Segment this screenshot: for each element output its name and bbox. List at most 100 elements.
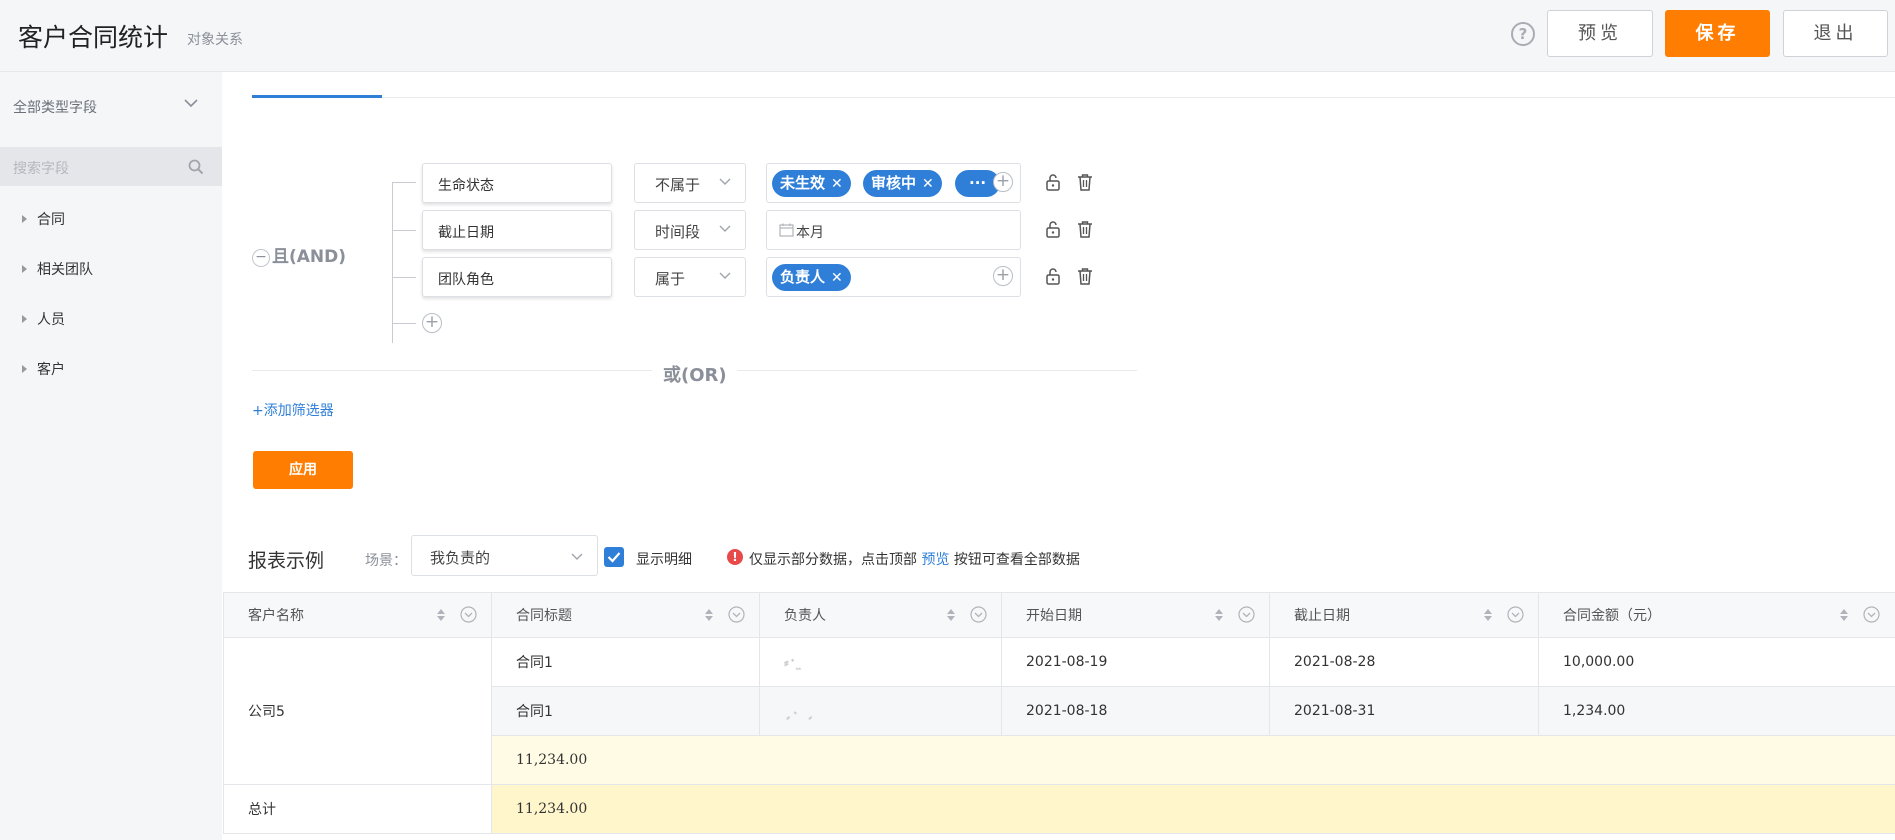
sidebar-item-person[interactable]: 人员 xyxy=(22,309,65,329)
column-header[interactable]: 负责人 xyxy=(759,592,1002,638)
field-type-dropdown[interactable]: 全部类型字段 xyxy=(13,97,97,117)
column-filter-icon[interactable] xyxy=(970,606,987,623)
value-tag[interactable]: 审核中 ✕ xyxy=(863,170,942,197)
report-title: 报表示例 xyxy=(248,550,325,572)
scene-label: 场景： xyxy=(365,553,407,569)
help-icon[interactable]: ? xyxy=(1511,22,1535,46)
close-icon[interactable]: ✕ xyxy=(831,270,843,286)
value-tag[interactable]: 未生效 ✕ xyxy=(772,170,851,197)
trash-icon[interactable] xyxy=(1076,267,1094,285)
operator-label: 时间段 xyxy=(655,223,701,241)
add-value-icon[interactable]: + xyxy=(993,266,1013,286)
column-header[interactable]: 合同金额（元） xyxy=(1538,592,1895,638)
calendar-icon xyxy=(779,223,794,237)
expand-triangle-icon[interactable] xyxy=(22,215,27,223)
column-filter-icon[interactable] xyxy=(1238,606,1255,623)
chevron-down-icon[interactable] xyxy=(184,96,198,110)
preview-link[interactable]: 预览 xyxy=(921,552,949,568)
field-search-input[interactable]: 搜索字段 xyxy=(13,158,69,178)
table-header-row: 客户名称 合同标题 负责人 开始日期 截止日期 合同金额（元） xyxy=(223,592,1895,638)
value-tag[interactable]: 负责人 ✕ xyxy=(772,264,851,291)
sidebar-item-contract[interactable]: 合同 xyxy=(22,209,65,229)
or-divider xyxy=(252,370,652,371)
column-title: 客户名称 xyxy=(248,608,304,624)
condition-field-select[interactable]: 团队角色 xyxy=(422,257,612,297)
scene-select[interactable]: 我负责的 xyxy=(411,535,598,576)
sort-icon[interactable] xyxy=(1839,608,1849,622)
add-value-icon[interactable]: + xyxy=(993,172,1013,192)
expand-triangle-icon[interactable] xyxy=(22,365,27,373)
owner-name: ˏ˴ ˏ xyxy=(784,703,816,720)
or-label: 或(OR) xyxy=(663,365,727,386)
condition-operator-select[interactable]: 不属于 xyxy=(634,163,746,203)
condition-value-box[interactable]: 未生效 ✕ 审核中 ✕ ··· + xyxy=(766,163,1021,203)
sort-icon[interactable] xyxy=(436,608,446,622)
expand-triangle-icon[interactable] xyxy=(22,315,27,323)
column-header[interactable]: 开始日期 xyxy=(1001,592,1270,638)
operator-label: 属于 xyxy=(655,270,686,288)
close-icon[interactable]: ✕ xyxy=(922,176,934,192)
trash-icon[interactable] xyxy=(1076,220,1094,238)
start-date-cell: 2021-08-18 xyxy=(1001,686,1270,736)
warning-icon: ! xyxy=(727,549,743,565)
amount-cell: 1,234.00 xyxy=(1538,686,1895,736)
owner-cell: ˏ˴ ˏ xyxy=(759,686,1002,736)
condition-field-select[interactable]: 截止日期 xyxy=(422,210,612,250)
condition-field-select[interactable]: 生命状态 xyxy=(422,163,612,203)
column-filter-icon[interactable] xyxy=(460,606,477,623)
and-group-label[interactable]: − 且(AND) xyxy=(252,242,346,267)
sidebar-item-label: 相关团队 xyxy=(37,262,93,278)
trash-icon[interactable] xyxy=(1076,173,1094,191)
group-bracket xyxy=(392,182,416,183)
customer-cell[interactable]: 公司5 xyxy=(223,637,492,785)
condition-operator-select[interactable]: 属于 xyxy=(634,257,746,297)
column-header[interactable]: 客户名称 xyxy=(223,592,492,638)
column-filter-icon[interactable] xyxy=(728,606,745,623)
sort-icon[interactable] xyxy=(704,608,714,622)
preview-button[interactable]: 预览 xyxy=(1547,10,1653,57)
group-bracket xyxy=(392,182,393,343)
column-filter-icon[interactable] xyxy=(1863,606,1880,623)
active-tab-indicator xyxy=(252,95,382,98)
lock-icon[interactable] xyxy=(1044,267,1062,285)
add-filter-link[interactable]: +添加筛选器 xyxy=(252,400,334,420)
column-filter-icon[interactable] xyxy=(1507,606,1524,623)
check-icon xyxy=(607,552,621,563)
condition-value-box[interactable]: 负责人 ✕ + xyxy=(766,257,1021,297)
save-button[interactable]: 保存 xyxy=(1665,10,1770,57)
and-group-text: 且(AND) xyxy=(272,247,347,267)
search-icon[interactable] xyxy=(188,159,204,175)
sort-icon[interactable] xyxy=(946,608,956,622)
lock-icon[interactable] xyxy=(1044,220,1062,238)
sidebar-item-customer[interactable]: 客户 xyxy=(22,359,65,379)
column-header[interactable]: 合同标题 xyxy=(491,592,760,638)
sort-icon[interactable] xyxy=(1214,608,1224,622)
report-preview: 报表示例 场景： 我负责的 显示明细 ! 仅显示部分数据，点击顶部 预览 按钮可… xyxy=(222,520,1895,840)
end-date-cell: 2021-08-28 xyxy=(1269,637,1539,687)
lock-icon[interactable] xyxy=(1044,173,1062,191)
column-header[interactable]: 截止日期 xyxy=(1269,592,1539,638)
condition-operator-select[interactable]: 时间段 xyxy=(634,210,746,250)
subtotal-amount: 11,234.00 xyxy=(491,735,1895,785)
show-detail-checkbox[interactable] xyxy=(604,547,624,567)
sidebar-item-team[interactable]: 相关团队 xyxy=(22,259,93,279)
chevron-down-icon xyxy=(719,178,731,185)
collapse-minus-icon[interactable]: − xyxy=(252,249,270,267)
sort-icon[interactable] xyxy=(1483,608,1493,622)
add-condition-icon[interactable]: + xyxy=(422,313,442,333)
total-row: 总计 11,234.00 xyxy=(223,784,1895,834)
exit-button[interactable]: 退出 xyxy=(1783,10,1888,57)
expand-triangle-icon[interactable] xyxy=(22,265,27,273)
scene-value: 我负责的 xyxy=(430,549,491,567)
apply-button[interactable]: 应用 xyxy=(253,451,353,489)
notice-suffix: 按钮可查看全部数据 xyxy=(953,552,1080,568)
date-range-input[interactable]: 本月 xyxy=(766,210,1021,250)
owner-cell: ⸗ˑ ̤ xyxy=(759,637,1002,687)
operator-label: 不属于 xyxy=(655,176,701,194)
or-divider xyxy=(737,370,1137,371)
column-title: 开始日期 xyxy=(1026,608,1082,624)
close-icon[interactable]: ✕ xyxy=(831,176,843,192)
group-bracket xyxy=(392,230,416,231)
field-search-box[interactable]: 搜索字段 xyxy=(0,147,222,186)
filter-panel: − 且(AND) 生命状态 不属于 未生效 ✕ 审核中 ✕ ··· + 截止日期 时间… xyxy=(222,72,1895,520)
